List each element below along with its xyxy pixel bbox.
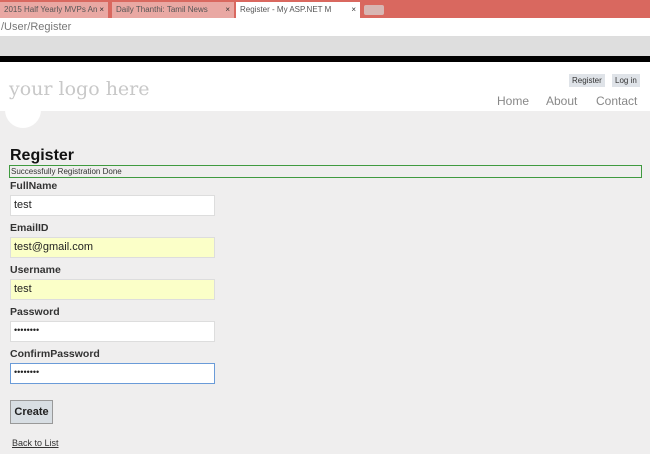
success-message: Successfully Registration Done bbox=[9, 165, 642, 178]
password-label: Password bbox=[10, 306, 60, 318]
fullname-input[interactable]: test bbox=[10, 195, 215, 216]
login-link[interactable]: Log in bbox=[612, 74, 640, 87]
nav-home[interactable]: Home bbox=[497, 94, 529, 108]
tab-title: Register - My ASP.NET M bbox=[240, 5, 332, 14]
nav-about[interactable]: About bbox=[546, 94, 577, 108]
nav-contact[interactable]: Contact bbox=[596, 94, 637, 108]
close-icon[interactable]: × bbox=[225, 5, 230, 14]
email-input[interactable]: test@gmail.com bbox=[10, 237, 215, 258]
confirm-password-input[interactable]: •••••••• bbox=[10, 363, 215, 384]
email-label: EmailID bbox=[10, 222, 49, 234]
tab-title: Daily Thanthi: Tamil News bbox=[116, 5, 208, 14]
tab-bar: 2015 Half Yearly MVPs An × Daily Thanthi:… bbox=[0, 0, 650, 18]
tab-title: 2015 Half Yearly MVPs An bbox=[4, 5, 98, 14]
create-button[interactable]: Create bbox=[10, 400, 53, 424]
tab-register[interactable]: Register - My ASP.NET M × bbox=[236, 2, 360, 18]
close-icon[interactable]: × bbox=[351, 5, 356, 14]
fullname-label: FullName bbox=[10, 180, 58, 192]
toolbar bbox=[0, 37, 650, 56]
register-link[interactable]: Register bbox=[569, 74, 605, 87]
address-bar[interactable]: /User/Register bbox=[0, 18, 650, 37]
back-to-list-link[interactable]: Back to List bbox=[12, 438, 59, 448]
confirm-password-label: ConfirmPassword bbox=[10, 348, 100, 360]
password-input[interactable]: •••••••• bbox=[10, 321, 215, 342]
tab-daily-thanthi[interactable]: Daily Thanthi: Tamil News × bbox=[112, 2, 234, 18]
close-icon[interactable]: × bbox=[99, 5, 104, 14]
page-title: Register bbox=[10, 147, 75, 164]
new-tab-button[interactable] bbox=[364, 5, 384, 15]
tab-mvps[interactable]: 2015 Half Yearly MVPs An × bbox=[0, 2, 108, 18]
logo: your logo here bbox=[9, 78, 150, 100]
username-input[interactable]: test bbox=[10, 279, 215, 300]
logo-decoration bbox=[5, 104, 41, 128]
username-label: Username bbox=[10, 264, 61, 276]
